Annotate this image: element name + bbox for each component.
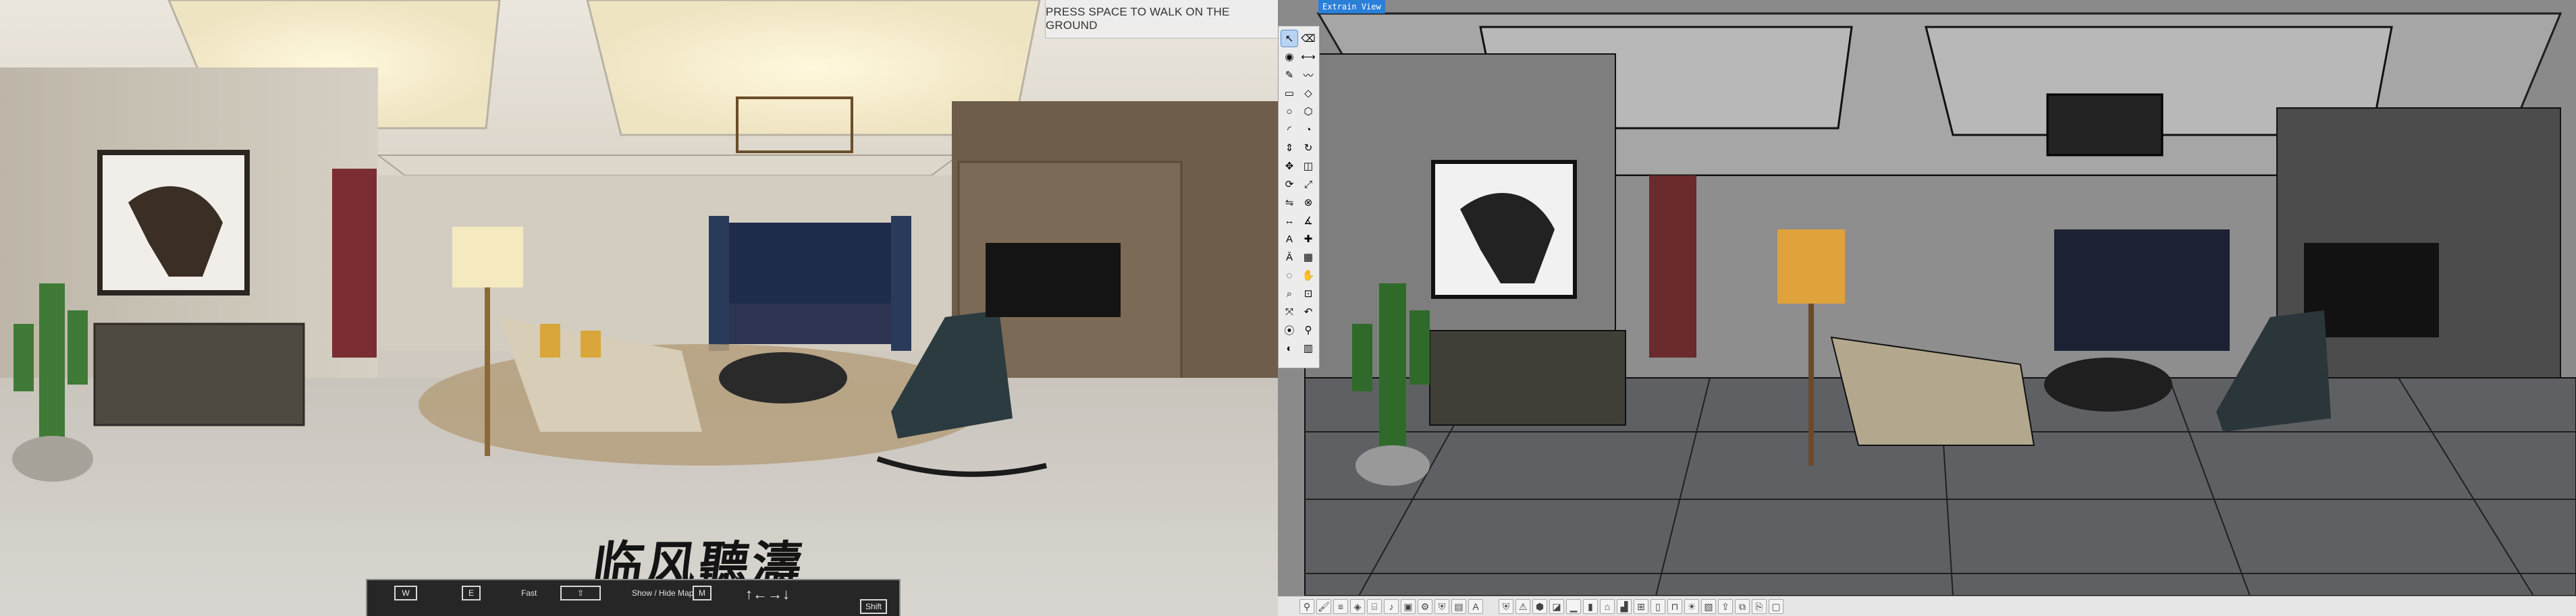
component-icon[interactable]: ⬢ (1532, 599, 1547, 614)
rendered-viewport[interactable]: PRESS SPACE TO WALK ON THE GROUND 临风聽濤 W… (0, 0, 1278, 616)
key-e[interactable]: E (462, 586, 481, 600)
axes-icon[interactable]: ✚ (1300, 231, 1316, 247)
sketchup-viewport[interactable]: ⚲ 🖌 ≡ ◈ ⌸ ♪ ▣ ⚙ ⛨ ▤ A ⛨ ⚠ ⬢ ◪ ▁ ▮ ⌂ ▟ ⊞ ▯ ⊓ ☀ ▧ ⇪ ⧉ ⎘ ▢ (1278, 0, 2576, 616)
door-icon[interactable]: ▯ (1651, 599, 1665, 614)
freehand-icon[interactable]: 〰 (1300, 67, 1316, 83)
section-fill-icon[interactable]: ▥ (1300, 340, 1316, 356)
rendered-scene (0, 0, 1278, 616)
export-icon[interactable]: ⇪ (1718, 599, 1733, 614)
pie-icon[interactable]: ◔ (1300, 121, 1316, 138)
intersect-icon[interactable]: ⊗ (1300, 194, 1316, 211)
zoom-icon[interactable]: ⌕ (1281, 285, 1297, 302)
walk-icon[interactable]: ⚲ (1299, 599, 1314, 614)
dimension-icon[interactable]: ↔ (1281, 213, 1297, 229)
image-icon[interactable]: ▧ (1701, 599, 1716, 614)
arc-icon[interactable]: ◜ (1281, 121, 1297, 138)
rotate-icon[interactable]: ⟳ (1281, 176, 1297, 192)
arrow-keys-icon: ↑←→↓ (745, 586, 790, 603)
circle-icon[interactable]: ○ (1281, 103, 1297, 119)
bottom-toolbar: ⚲ 🖌 ≡ ◈ ⌸ ♪ ▣ ⚙ ⛨ ▤ A ⛨ ⚠ ⬢ ◪ ▁ ▮ ⌂ ▟ ⊞ ▯ ⊓ ☀ ▧ ⇪ ⧉ ⎘ ▢ (1278, 596, 2576, 616)
light-icon[interactable]: ☀ (1684, 599, 1699, 614)
key-w[interactable]: W (394, 586, 417, 600)
zoom-extents-icon[interactable]: ⤧ (1281, 304, 1297, 320)
position-camera-icon[interactable]: ⦿ (1281, 322, 1297, 338)
walk-controls-panel: W E Fast ⇧ Show / Hide Map M Shift ↑←→↓ (366, 579, 901, 616)
floor-icon[interactable]: ▁ (1566, 599, 1581, 614)
rotated-rect-icon[interactable]: ◇ (1300, 85, 1316, 101)
offset-icon[interactable]: ◫ (1300, 158, 1316, 174)
flip-icon[interactable]: ⇋ (1281, 194, 1297, 211)
follow-me-icon[interactable]: ↻ (1300, 140, 1316, 156)
pencil-icon[interactable]: ✎ (1281, 67, 1297, 83)
paint-bucket-icon[interactable]: ◉ (1281, 49, 1297, 65)
zoom-window-icon[interactable]: ⊡ (1300, 285, 1316, 302)
pan-icon[interactable]: ✋ (1300, 267, 1316, 283)
material-icon[interactable]: ◪ (1549, 599, 1564, 614)
speaker-icon[interactable]: ♪ (1384, 599, 1399, 614)
select-icon[interactable]: ↖ (1281, 30, 1298, 47)
walk-hint-banner: PRESS SPACE TO WALK ON THE GROUND (1045, 0, 1278, 38)
walk-icon[interactable]: ⚲ (1300, 322, 1316, 338)
key-shift[interactable]: Shift (860, 599, 887, 614)
grid-icon[interactable]: ▤ (1451, 599, 1466, 614)
wireframe-scene (1278, 0, 2576, 616)
text-icon[interactable]: A (1281, 231, 1297, 247)
orbit-icon[interactable]: ◌ (1281, 267, 1297, 283)
key-shift-arrow[interactable]: ⇧ (560, 586, 601, 600)
stair-icon[interactable]: ▟ (1617, 599, 1632, 614)
copy-icon[interactable]: ⧉ (1735, 599, 1750, 614)
warning-icon[interactable]: ⚠ (1515, 599, 1530, 614)
paste-icon[interactable]: ⎘ (1752, 599, 1767, 614)
section-icon[interactable]: ▦ (1300, 249, 1316, 265)
eraser-icon[interactable]: ⌫ (1300, 30, 1316, 47)
push-pull-icon[interactable]: ⇕ (1281, 140, 1297, 156)
rectangle-icon[interactable]: ▭ (1281, 85, 1297, 101)
look-around-icon[interactable]: ◐ (1281, 340, 1297, 356)
speed-label: Fast (521, 588, 537, 598)
shield-icon[interactable]: ⛨ (1434, 599, 1449, 614)
shield-icon[interactable]: ⛨ (1499, 599, 1513, 614)
render-icon[interactable]: ◈ (1350, 599, 1365, 614)
scene-icon[interactable]: ▣ (1401, 599, 1416, 614)
protractor-icon[interactable]: ∡ (1300, 213, 1316, 229)
tool-palette: ↖ ⌫ ◉ ⟷ ✎ 〰 ▭ ◇ ○ ⬡ ◜ ◔ ⇕ ↻ ✥ ◫ ⟳ ⤢ ⇋ ⊗ ↔ ∡ A ✚ Ā ▦ ◌ ✋ ⌕ ⊡ ⤧ ↶ ⦿ ⚲ ◐ ▥ (1278, 26, 1320, 368)
map-label: Show / Hide Map (632, 588, 694, 598)
key-m[interactable]: M (693, 586, 712, 600)
3d-text-icon[interactable]: Ā (1281, 249, 1297, 265)
view-label: Extrain View (1318, 0, 1385, 13)
layer-icon[interactable]: ≡ (1333, 599, 1348, 614)
previous-view-icon[interactable]: ↶ (1300, 304, 1316, 320)
furniture-icon[interactable]: ⊓ (1667, 599, 1682, 614)
text-icon[interactable]: A (1468, 599, 1483, 614)
roof-icon[interactable]: ⌂ (1600, 599, 1615, 614)
gear-icon[interactable]: ⚙ (1418, 599, 1432, 614)
camera-icon[interactable]: ⌸ (1367, 599, 1382, 614)
wall-icon[interactable]: ▮ (1583, 599, 1598, 614)
scale-icon[interactable]: ⤢ (1300, 176, 1316, 192)
tape-icon[interactable]: ⟷ (1300, 49, 1316, 65)
polygon-icon[interactable]: ⬡ (1300, 103, 1316, 119)
frame-icon[interactable]: ▢ (1769, 599, 1783, 614)
window-icon[interactable]: ⊞ (1634, 599, 1648, 614)
paint-icon[interactable]: 🖌 (1316, 599, 1331, 614)
move-icon[interactable]: ✥ (1281, 158, 1297, 174)
